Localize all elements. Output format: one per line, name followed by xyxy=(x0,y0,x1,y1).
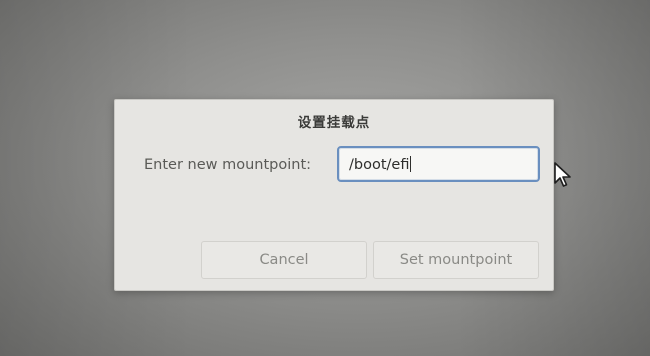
cancel-button[interactable]: Cancel xyxy=(201,241,367,279)
set-mountpoint-button[interactable]: Set mountpoint xyxy=(373,241,539,279)
text-caret xyxy=(410,156,412,172)
set-mountpoint-dialog: 设置挂载点 Enter new mountpoint: /boot/efi Ca… xyxy=(114,99,554,291)
mountpoint-input[interactable]: /boot/efi xyxy=(337,146,540,182)
mountpoint-input-value-wrap: /boot/efi xyxy=(349,156,412,173)
dialog-title: 设置挂载点 xyxy=(297,115,371,131)
desktop-background: { "dialog": { "title": "设置挂载点", "label":… xyxy=(0,0,650,356)
mountpoint-input-value: /boot/efi xyxy=(349,157,410,173)
mouse-pointer-icon xyxy=(554,162,571,187)
mountpoint-label: Enter new mountpoint: xyxy=(144,157,312,173)
